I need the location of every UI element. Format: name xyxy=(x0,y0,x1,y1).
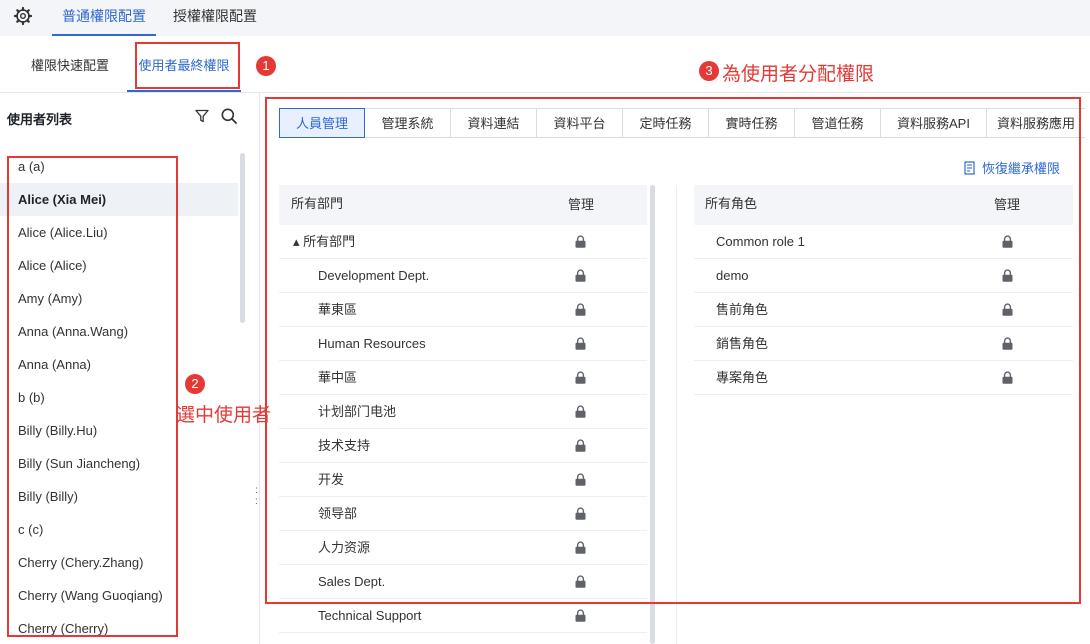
user-list-title: 使用者列表 xyxy=(7,112,73,127)
tab-authorization-permission[interactable]: 授權權限配置 xyxy=(165,0,265,36)
table-row: Technical Support xyxy=(279,599,647,633)
annotation-box-assign-permission xyxy=(265,97,1081,604)
annotation-box-user-list xyxy=(7,156,178,637)
lock-icon[interactable] xyxy=(575,609,586,622)
annotation-box-final-permission xyxy=(135,42,240,89)
annotation-badge: 2 xyxy=(185,374,205,394)
tab-quick-config[interactable]: 權限快速配置 xyxy=(14,48,126,92)
gear-icon[interactable] xyxy=(13,6,33,26)
tab-normal-permission[interactable]: 普通權限配置 xyxy=(52,0,156,36)
top-bar: 普通權限配置 授權權限配置 xyxy=(0,0,1090,36)
filter-icon[interactable] xyxy=(194,108,210,124)
department-name: Technical Support xyxy=(318,608,422,623)
panel-resize-handle[interactable]: : : xyxy=(255,485,259,507)
annotation-badge: 3 xyxy=(699,61,719,81)
annotation-badge: 1 xyxy=(256,56,276,76)
annotation-assign-permission: 為使用者分配權限 xyxy=(722,64,875,85)
scrollbar[interactable] xyxy=(240,153,245,323)
search-icon[interactable] xyxy=(220,107,238,125)
annotation-select-user: 選中使用者 xyxy=(176,405,272,426)
